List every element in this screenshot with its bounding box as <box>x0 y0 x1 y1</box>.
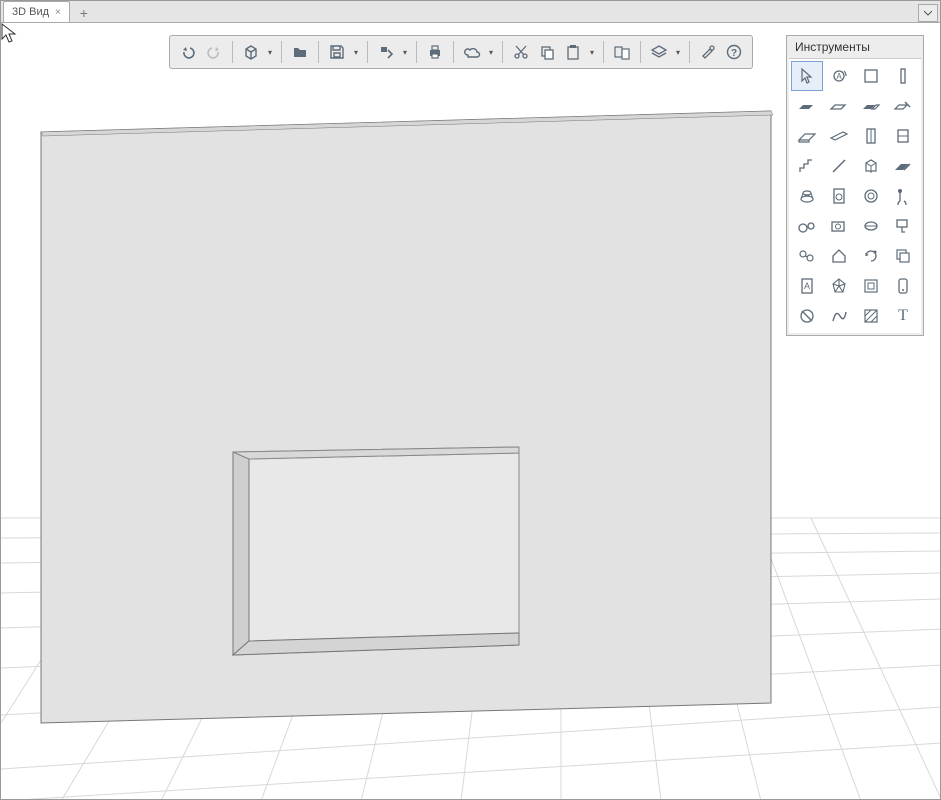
tool-slab[interactable] <box>791 121 823 151</box>
tool-light[interactable] <box>855 211 887 241</box>
tool-material[interactable]: A <box>791 271 823 301</box>
undo-button[interactable] <box>176 40 200 64</box>
tool-text[interactable]: T <box>887 301 919 331</box>
tools-grid: A A T <box>789 58 921 333</box>
tool-plane[interactable] <box>855 61 887 91</box>
tool-wall-3[interactable] <box>855 91 887 121</box>
tool-group[interactable] <box>791 241 823 271</box>
main-toolbar: ▾ ▾ ▾ ▾ ▾ ▾ ? <box>169 35 753 69</box>
tool-curve[interactable] <box>823 301 855 331</box>
tool-paint[interactable] <box>887 211 919 241</box>
export-dropdown[interactable]: ▾ <box>400 48 410 57</box>
tool-wall-edit[interactable] <box>887 91 919 121</box>
svg-text:A: A <box>836 72 842 81</box>
tool-extrude-1[interactable] <box>855 151 887 181</box>
copy-button[interactable] <box>535 40 559 64</box>
tool-rotate-view[interactable]: A <box>823 61 855 91</box>
tool-revolve[interactable] <box>791 181 823 211</box>
tool-stack[interactable] <box>887 241 919 271</box>
tab-3d-view[interactable]: 3D Вид × <box>3 1 70 22</box>
tool-wall-1[interactable] <box>791 91 823 121</box>
tab-label: 3D Вид <box>12 6 49 18</box>
tool-library[interactable] <box>855 271 887 301</box>
cut-button[interactable] <box>509 40 533 64</box>
paste-dropdown[interactable]: ▾ <box>587 48 597 57</box>
tool-window[interactable] <box>887 121 919 151</box>
new-box-button[interactable] <box>239 40 263 64</box>
tool-sound[interactable] <box>887 181 919 211</box>
paste-button[interactable] <box>561 40 585 64</box>
tool-camera[interactable] <box>823 211 855 241</box>
tool-device[interactable] <box>887 271 919 301</box>
tool-hatch[interactable] <box>855 301 887 331</box>
new-box-dropdown[interactable]: ▾ <box>265 48 275 57</box>
svg-text:A: A <box>804 281 810 291</box>
tool-select[interactable] <box>791 61 823 91</box>
save-button[interactable] <box>325 40 349 64</box>
tool-sync[interactable] <box>855 241 887 271</box>
tool-wall-2[interactable] <box>823 91 855 121</box>
export-button[interactable] <box>374 40 398 64</box>
cloud-button[interactable] <box>460 40 484 64</box>
print-button[interactable] <box>423 40 447 64</box>
tool-appliance[interactable] <box>823 181 855 211</box>
tool-beam[interactable] <box>823 121 855 151</box>
svg-text:?: ? <box>731 48 737 59</box>
tool-stair[interactable] <box>791 151 823 181</box>
tool-home[interactable] <box>823 241 855 271</box>
tool-dimension[interactable] <box>791 301 823 331</box>
tool-line[interactable] <box>823 151 855 181</box>
help-button[interactable]: ? <box>722 40 746 64</box>
redo-button[interactable] <box>202 40 226 64</box>
tool-door[interactable] <box>855 121 887 151</box>
tab-strip: 3D Вид × + <box>1 1 940 23</box>
layers-button[interactable] <box>647 40 671 64</box>
settings-button[interactable] <box>696 40 720 64</box>
save-dropdown[interactable]: ▾ <box>351 48 361 57</box>
open-button[interactable] <box>288 40 312 64</box>
tool-pipe[interactable] <box>855 181 887 211</box>
cloud-dropdown[interactable]: ▾ <box>486 48 496 57</box>
tool-extrude-2[interactable] <box>887 151 919 181</box>
tools-panel: Инструменты A A <box>786 35 924 336</box>
tool-wheels[interactable] <box>791 211 823 241</box>
tool-polyhedron[interactable] <box>823 271 855 301</box>
tools-panel-title: Инструменты <box>787 36 923 58</box>
paste-special-button[interactable] <box>610 40 634 64</box>
chevron-down-icon <box>924 9 932 17</box>
tab-dropdown-button[interactable] <box>918 4 938 22</box>
tool-column[interactable] <box>887 61 919 91</box>
layers-dropdown[interactable]: ▾ <box>673 48 683 57</box>
close-icon[interactable]: × <box>55 7 61 18</box>
new-tab-button[interactable]: + <box>74 4 94 22</box>
